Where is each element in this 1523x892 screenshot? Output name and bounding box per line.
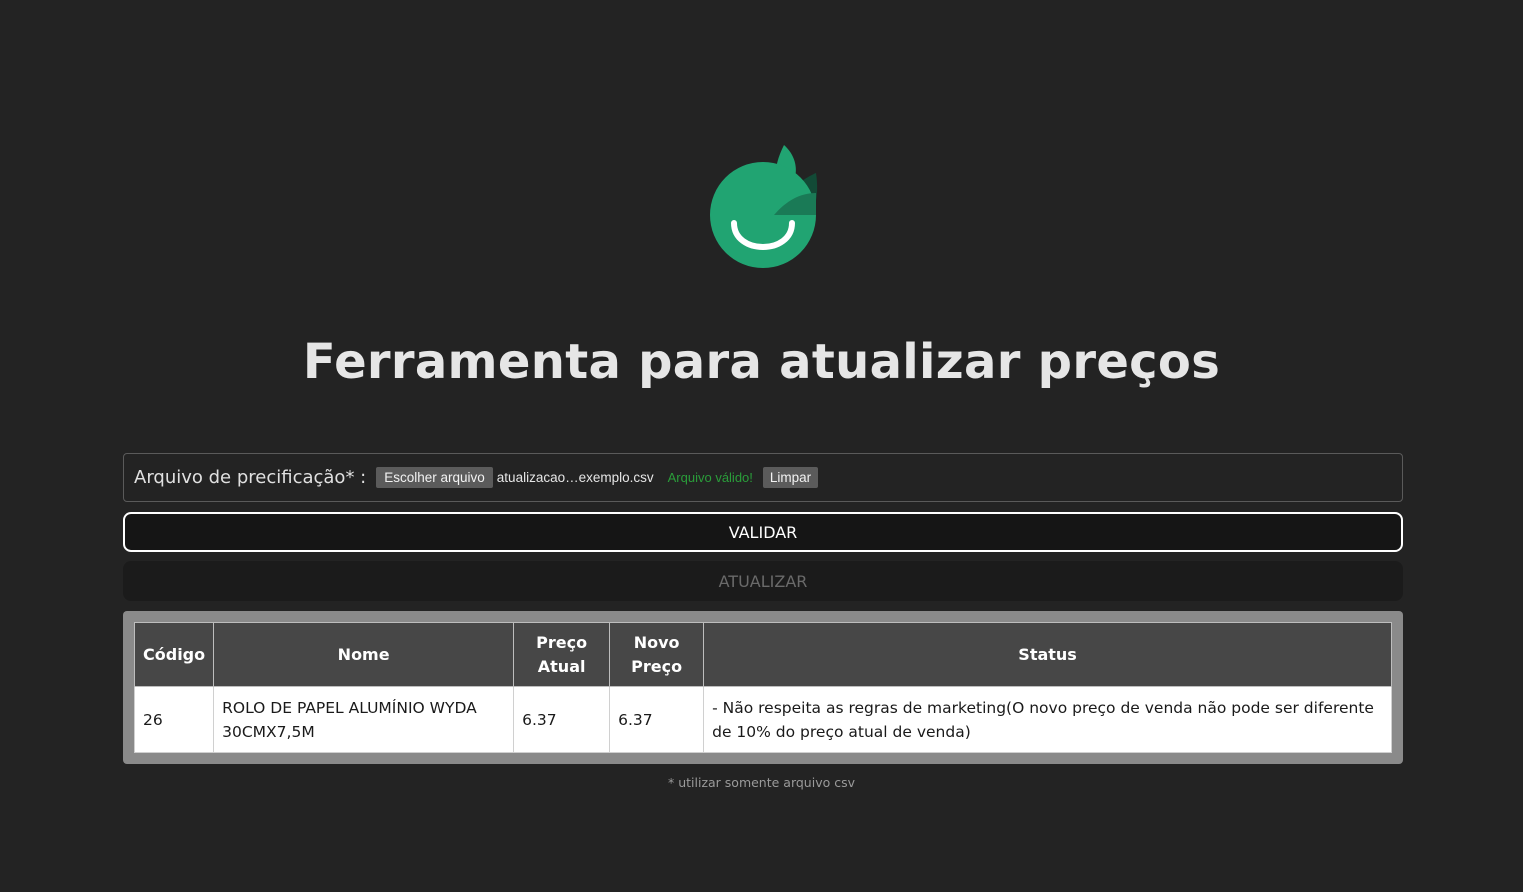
brand-logo	[710, 145, 818, 268]
page: Ferramenta para atualizar preços Arquivo…	[0, 0, 1523, 892]
selected-file-name: atualizacao…exemplo.csv	[496, 470, 654, 485]
cell-novo-preco: 6.37	[609, 686, 705, 753]
header-preco-atual-text: Preço Atual	[536, 632, 588, 676]
header-status: Status	[703, 622, 1392, 687]
results-table: Código Nome Preço Atual Novo Preço Statu…	[133, 622, 1392, 753]
footnote: * utilizar somente arquivo csv	[667, 775, 856, 790]
update-button[interactable]: ATUALIZAR	[123, 561, 1403, 601]
file-upload-panel: Arquivo de precificação* : Escolher arqu…	[123, 453, 1403, 502]
table-header-row: Código Nome Preço Atual Novo Preço Statu…	[133, 622, 1392, 687]
validate-button[interactable]: VALIDAR	[123, 512, 1403, 552]
cell-codigo: 26	[133, 686, 215, 753]
file-upload-label: Arquivo de precificação* :	[134, 467, 367, 488]
table-row: 26 ROLO DE PAPEL ALUMÍNIO WYDA 30CMX7,5M…	[133, 686, 1392, 753]
cell-nome: ROLO DE PAPEL ALUMÍNIO WYDA 30CMX7,5M	[213, 686, 515, 753]
results-table-container: Código Nome Preço Atual Novo Preço Statu…	[123, 611, 1403, 764]
header-nome: Nome	[213, 622, 515, 687]
header-novo-preco: Novo Preço	[609, 622, 705, 687]
header-preco-atual: Preço Atual	[513, 622, 611, 687]
file-valid-status: Arquivo válido!	[667, 470, 753, 485]
page-title: Ferramenta para atualizar preços	[302, 334, 1221, 390]
header-codigo: Código	[133, 622, 215, 687]
header-novo-preco-text: Novo Preço	[631, 632, 683, 676]
choose-file-button[interactable]: Escolher arquivo	[376, 467, 493, 488]
cell-preco-atual: 6.37	[513, 686, 611, 753]
clear-file-button[interactable]: Limpar	[762, 467, 819, 488]
cell-status: - Não respeita as regras de marketing(O …	[703, 686, 1392, 753]
